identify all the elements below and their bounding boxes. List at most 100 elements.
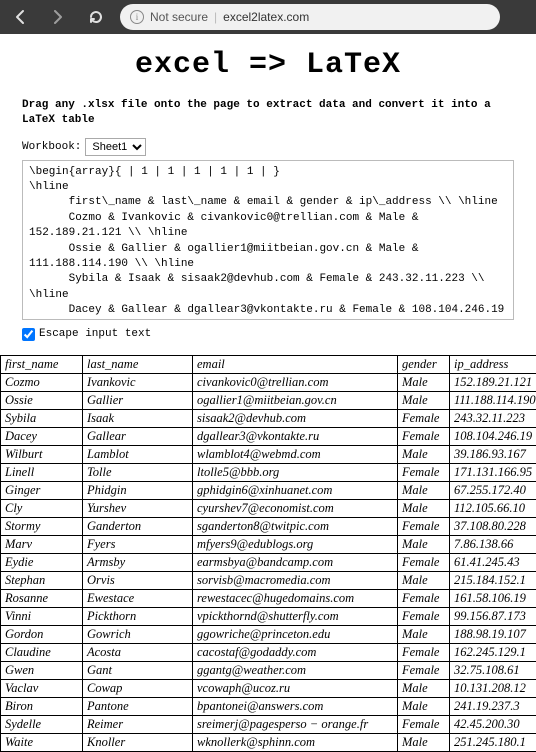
table-cell: 111.188.114.190 <box>450 391 536 409</box>
table-cell: wknollerk@sphinn.com <box>193 733 398 751</box>
separator: | <box>214 10 217 24</box>
table-cell: Claudine <box>1 643 83 661</box>
table-body: CozmoIvankoviccivankovic0@trellian.comMa… <box>1 373 536 751</box>
table-header-cell: first_name <box>1 355 83 373</box>
forward-button[interactable] <box>44 3 72 31</box>
table-cell: vpickthornd@shutterfly.com <box>193 607 398 625</box>
table-cell: 162.245.129.1 <box>450 643 536 661</box>
table-cell: 37.108.80.228 <box>450 517 536 535</box>
table-cell: sganderton8@twitpic.com <box>193 517 398 535</box>
table-cell: Male <box>398 733 450 751</box>
table-cell: Male <box>398 499 450 517</box>
table-cell: Gordon <box>1 625 83 643</box>
table-cell: Sydelle <box>1 715 83 733</box>
table-cell: 161.58.106.19 <box>450 589 536 607</box>
table-cell: Linell <box>1 463 83 481</box>
table-cell: Male <box>398 679 450 697</box>
table-cell: Vinni <box>1 607 83 625</box>
table-cell: Male <box>398 373 450 391</box>
table-cell: Ewestace <box>83 589 193 607</box>
browser-toolbar: i Not secure | excel2latex.com <box>0 0 536 34</box>
table-row: WilburtLamblotwlamblot4@webmd.comMale39.… <box>1 445 536 463</box>
table-row: VinniPickthornvpickthornd@shutterfly.com… <box>1 607 536 625</box>
table-cell: gphidgin6@xinhuanet.com <box>193 481 398 499</box>
reload-button[interactable] <box>82 3 110 31</box>
table-row: LinellTolleltolle5@bbb.orgFemale171.131.… <box>1 463 536 481</box>
table-cell: Pickthorn <box>83 607 193 625</box>
table-cell: sorvisb@macromedia.com <box>193 571 398 589</box>
table-cell: mfyers9@edublogs.org <box>193 535 398 553</box>
table-header-cell: ip_address <box>450 355 536 373</box>
instructions-text: Drag any .xlsx file onto the page to ext… <box>22 98 514 128</box>
table-cell: Phidgin <box>83 481 193 499</box>
arrow-left-icon <box>12 9 28 25</box>
table-cell: vcowaph@ucoz.ru <box>193 679 398 697</box>
table-cell: 243.32.11.223 <box>450 409 536 427</box>
table-row: OssieGallierogallier1@miitbeian.gov.cnMa… <box>1 391 536 409</box>
table-cell: cacostaf@godaddy.com <box>193 643 398 661</box>
table-cell: 108.104.246.19 <box>450 427 536 445</box>
table-header-cell: email <box>193 355 398 373</box>
info-icon: i <box>130 10 144 24</box>
table-cell: Eydie <box>1 553 83 571</box>
table-cell: 188.98.19.107 <box>450 625 536 643</box>
table-row: BironPantonebpantonei@answers.comMale241… <box>1 697 536 715</box>
latex-output[interactable] <box>22 160 514 320</box>
escape-row: Escape input text <box>22 328 514 341</box>
table-cell: Dacey <box>1 427 83 445</box>
table-cell: 10.131.208.12 <box>450 679 536 697</box>
table-header-cell: last_name <box>83 355 193 373</box>
table-cell: Female <box>398 553 450 571</box>
table-cell: Female <box>398 463 450 481</box>
table-cell: Wilburt <box>1 445 83 463</box>
table-cell: sisaak2@devhub.com <box>193 409 398 427</box>
sheet-select[interactable]: Sheet1 <box>85 138 146 156</box>
table-header-cell: gender <box>398 355 450 373</box>
table-row: StephanOrvissorvisb@macromedia.comMale21… <box>1 571 536 589</box>
table-row: GwenGantggantg@weather.comFemale32.75.10… <box>1 661 536 679</box>
table-cell: Male <box>398 625 450 643</box>
table-cell: Female <box>398 661 450 679</box>
table-cell: Gallear <box>83 427 193 445</box>
table-cell: Male <box>398 391 450 409</box>
table-cell: 32.75.108.61 <box>450 661 536 679</box>
table-cell: 42.45.200.30 <box>450 715 536 733</box>
table-cell: earmsbya@bandcamp.com <box>193 553 398 571</box>
table-cell: Ginger <box>1 481 83 499</box>
table-cell: Female <box>398 427 450 445</box>
table-cell: Tolle <box>83 463 193 481</box>
table-row: GordonGowrichggowriche@princeton.eduMale… <box>1 625 536 643</box>
table-cell: Yurshev <box>83 499 193 517</box>
data-table: first_namelast_nameemailgenderip_address… <box>0 355 536 752</box>
table-row: MarvFyersmfyers9@edublogs.orgMale7.86.13… <box>1 535 536 553</box>
table-row: GingerPhidgingphidgin6@xinhuanet.comMale… <box>1 481 536 499</box>
table-row: WaiteKnollerwknollerk@sphinn.comMale251.… <box>1 733 536 751</box>
table-cell: Gallier <box>83 391 193 409</box>
back-button[interactable] <box>6 3 34 31</box>
table-cell: 112.105.66.10 <box>450 499 536 517</box>
workbook-row: Workbook: Sheet1 <box>22 138 514 156</box>
address-bar[interactable]: i Not secure | excel2latex.com <box>120 4 500 30</box>
table-cell: sreimerj@pagesperso − orange.fr <box>193 715 398 733</box>
table-cell: Ossie <box>1 391 83 409</box>
table-cell: Female <box>398 607 450 625</box>
table-cell: 99.156.87.173 <box>450 607 536 625</box>
table-cell: Stormy <box>1 517 83 535</box>
table-cell: Biron <box>1 697 83 715</box>
table-cell: ltolle5@bbb.org <box>193 463 398 481</box>
table-cell: Ganderton <box>83 517 193 535</box>
table-cell: 215.184.152.1 <box>450 571 536 589</box>
table-cell: Female <box>398 589 450 607</box>
table-cell: Isaak <box>83 409 193 427</box>
escape-checkbox[interactable] <box>22 328 35 341</box>
table-cell: 152.189.21.121 <box>450 373 536 391</box>
table-cell: Female <box>398 409 450 427</box>
table-cell: dgallear3@vkontakte.ru <box>193 427 398 445</box>
page-content: excel => LaTeX Drag any .xlsx file onto … <box>0 34 536 347</box>
table-row: SybilaIsaaksisaak2@devhub.comFemale243.3… <box>1 409 536 427</box>
table-cell: 61.41.245.43 <box>450 553 536 571</box>
table-cell: Waite <box>1 733 83 751</box>
table-cell: 251.245.180.1 <box>450 733 536 751</box>
table-cell: 39.186.93.167 <box>450 445 536 463</box>
table-cell: Male <box>398 571 450 589</box>
